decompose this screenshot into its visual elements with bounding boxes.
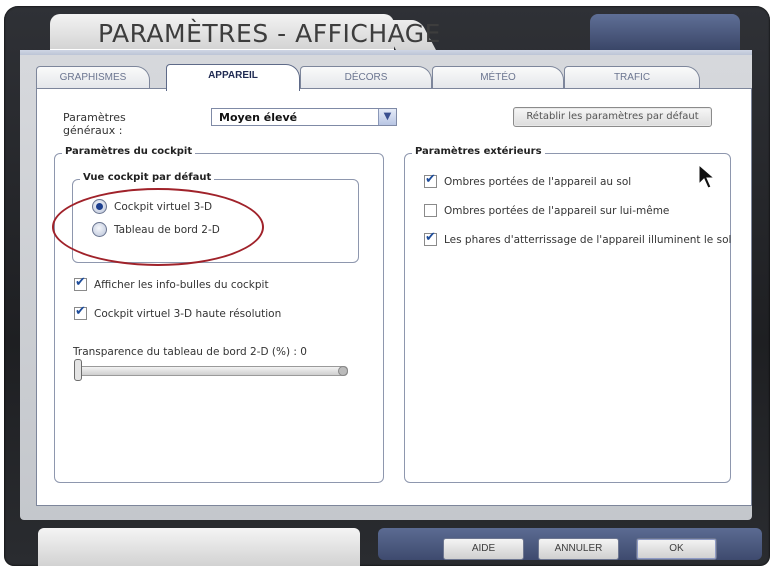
mouse-cursor-icon xyxy=(698,164,716,189)
shadows-self-label: Ombres portées de l'appareil sur lui-mêm… xyxy=(444,204,670,217)
general-settings-value: Moyen élevé xyxy=(219,111,298,124)
general-settings-label: Paramètres généraux : xyxy=(63,111,126,137)
checkbox-shadows-self[interactable] xyxy=(424,204,437,217)
tab-appareil[interactable]: APPAREIL xyxy=(166,64,300,91)
exterior-settings-label: Paramètres extérieurs xyxy=(412,146,545,157)
tab-graphismes[interactable]: GRAPHISMES xyxy=(36,66,150,89)
cockpit-settings-label: Paramètres du cockpit xyxy=(62,146,196,157)
shadows-self-row[interactable]: Ombres portées de l'appareil sur lui-mêm… xyxy=(424,204,669,217)
shadows-ground-row[interactable]: Ombres portées de l'appareil au sol xyxy=(424,172,632,188)
tab-trafic[interactable]: TRAFIC xyxy=(564,66,700,89)
cancel-button[interactable]: ANNULER xyxy=(538,538,619,560)
checkbox-hires[interactable] xyxy=(74,304,87,320)
general-settings-select[interactable]: Moyen élevé ▼ xyxy=(211,108,397,126)
ok-button[interactable]: OK xyxy=(636,538,717,560)
slider-end-cap xyxy=(338,366,348,376)
transparency-slider-thumb[interactable] xyxy=(74,359,82,381)
landing-lights-row[interactable]: Les phares d'atterrissage de l'appareil … xyxy=(424,230,732,246)
transparency-label: Transparence du tableau de bord 2-D (%) … xyxy=(73,346,307,358)
transparency-slider-track[interactable] xyxy=(76,366,348,376)
exterior-settings-group: Paramètres extérieurs xyxy=(404,146,731,483)
tab-decors[interactable]: DÉCORS xyxy=(300,66,432,89)
help-button[interactable]: AIDE xyxy=(443,538,524,560)
title-bar-right xyxy=(590,14,740,50)
landing-lights-label: Les phares d'atterrissage de l'appareil … xyxy=(444,233,732,246)
checkbox-tooltips[interactable] xyxy=(74,275,87,291)
tooltips-checkbox-row[interactable]: Afficher les info-bulles du cockpit xyxy=(74,275,269,291)
checkbox-landing-lights[interactable] xyxy=(424,230,437,246)
hires-label: Cockpit virtuel 3-D haute résolution xyxy=(94,307,282,320)
shadows-ground-label: Ombres portées de l'appareil au sol xyxy=(444,175,632,188)
bottom-left-panel xyxy=(38,528,360,566)
chevron-down-icon[interactable]: ▼ xyxy=(378,109,396,125)
hires-checkbox-row[interactable]: Cockpit virtuel 3-D haute résolution xyxy=(74,304,282,320)
reset-defaults-button[interactable]: Rétablir les paramètres par défaut xyxy=(513,107,712,127)
tooltips-label: Afficher les info-bulles du cockpit xyxy=(94,278,269,291)
checkbox-shadows-ground[interactable] xyxy=(424,172,437,188)
tab-meteo[interactable]: MÉTÉO xyxy=(432,66,564,89)
page-title: PARAMÈTRES - AFFICHAGE xyxy=(98,19,441,48)
cockpit-view-label: Vue cockpit par défaut xyxy=(80,172,215,183)
annotation-ellipse xyxy=(52,188,264,266)
